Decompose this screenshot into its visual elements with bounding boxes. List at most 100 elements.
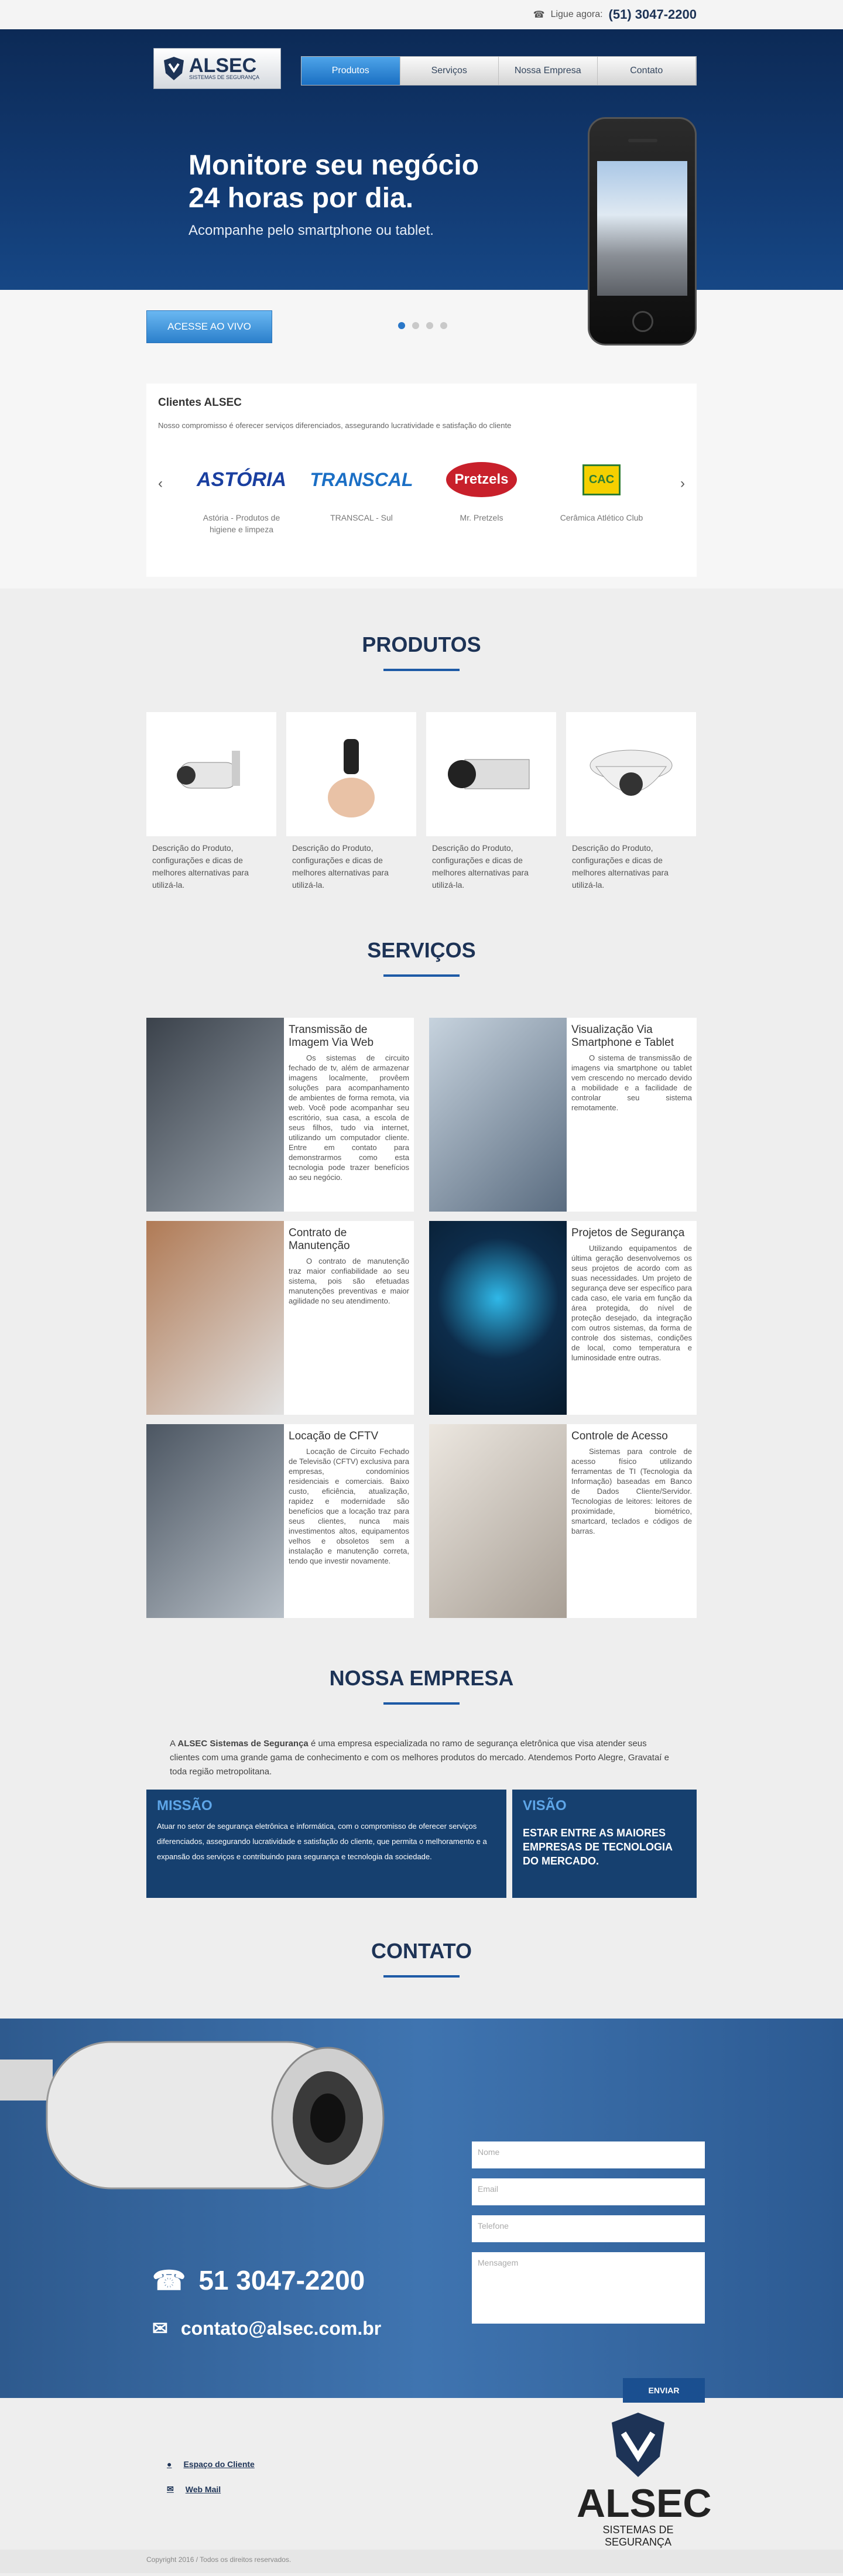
missao-title: MISSÃO [157, 1798, 213, 1814]
clients-title: Clientes ALSEC [158, 396, 242, 409]
missao-text: Atuar no setor de segurança eletrônica e… [157, 1822, 487, 1861]
nav-contato[interactable]: Contato [598, 57, 696, 85]
client-logo: Pretzels [429, 459, 534, 500]
nav-produtos[interactable]: Produtos [301, 57, 400, 85]
service-title: Transmissão de Imagem Via Web [289, 1024, 374, 1049]
copyright-bar: Copyright 2016 / Todos os direitos reser… [0, 2550, 843, 2573]
envelope-icon: ✉ [152, 2318, 168, 2339]
service-card[interactable]: Visualização Via Smartphone e Tablet O si… [429, 1018, 697, 1212]
visao-title: VISÃO [523, 1798, 567, 1814]
logo-name: ALSEC [189, 54, 257, 77]
service-card[interactable]: Locação de CFTV Locação de Circuito Fecha… [146, 1424, 414, 1618]
carousel-next-icon[interactable]: › [680, 475, 685, 492]
top-bar: ☎ Ligue agora: (51) 3047-2200 [0, 0, 843, 29]
service-title: Visualização Via Smartphone e Tablet [571, 1024, 674, 1049]
contato-section: ☎ 51 3047-2200 ✉ contato@alsec.com.br Nome… [0, 2019, 843, 2403]
client-logo: TRANSCAL [310, 468, 413, 490]
servicos-title: SERVIÇOS [367, 938, 476, 962]
name-field[interactable]: Nome [472, 2141, 705, 2168]
hero-lower: ACESSE AO VIVO Clientes ALSEC Nosso comp… [0, 290, 843, 589]
footer: ● Espaço do Cliente ✉ Web Mail ALSEC SISTE… [0, 2398, 843, 2550]
produtos-title: PRODUTOS [362, 632, 481, 656]
nav-nossa-empresa[interactable]: Nossa Empresa [499, 57, 598, 85]
phone-icon: ☎ [152, 2265, 186, 2296]
security-camera-image [0, 2041, 385, 2190]
contato-title: CONTATO [371, 1939, 472, 1963]
empresa-title: NOSSA EMPRESA [329, 1666, 514, 1690]
product-card[interactable]: Descrição do Produto, configurações e di… [146, 712, 276, 891]
visao-box: VISÃO ESTAR ENTRE AS MAIORES EMPRESAS DE… [512, 1790, 697, 1898]
live-access-button[interactable]: ACESSE AO VIVO [146, 310, 272, 343]
client-item[interactable]: CAC Cerâmica Atlético Club [549, 459, 654, 524]
hero-subtitle: Acompanhe pelo smartphone ou tablet. [189, 223, 434, 238]
email-field[interactable]: Email [472, 2178, 705, 2205]
servicos-section: SERVIÇOS Transmissão de Imagem Via Web Os… [0, 891, 843, 1618]
slide-dot[interactable] [412, 322, 419, 329]
slide-dot[interactable] [398, 322, 405, 329]
product-description: Descrição do Produto, configurações e di… [572, 843, 669, 890]
service-title: Contrato de Manutenção [289, 1227, 350, 1252]
shield-icon [164, 57, 184, 80]
slide-dot[interactable] [440, 322, 447, 329]
service-image [429, 1018, 567, 1212]
service-text: O sistema de transmissão de imagens via … [571, 1053, 692, 1112]
service-card[interactable]: Transmissão de Imagem Via Web Os sistemas… [146, 1018, 414, 1212]
hero-banner: ALSEC SISTEMAS DE SEGURANÇA Produtos Ser… [0, 29, 843, 345]
phone-screen [597, 161, 687, 296]
client-item[interactable]: TRANSCAL TRANSCAL - Sul [309, 459, 414, 524]
title-underline [383, 1702, 460, 1705]
client-caption: Cerâmica Atlético Club [560, 513, 643, 522]
service-image [429, 1424, 567, 1618]
clients-carousel: ‹ ASTÓRIA Astória - Produtos de higiene … [158, 459, 685, 535]
product-card[interactable]: Descrição do Produto, configurações e di… [426, 712, 556, 891]
nav-servicos[interactable]: Serviços [400, 57, 499, 85]
client-item[interactable]: Pretzels Mr. Pretzels [429, 459, 534, 524]
service-title: Locação de CFTV [289, 1430, 379, 1442]
service-text: Os sistemas de circuito fechado de tv, a… [289, 1053, 409, 1182]
message-field[interactable]: Mensagem [472, 2252, 705, 2324]
service-card[interactable]: Contrato de Manutenção O contrato de manu… [146, 1221, 414, 1415]
top-phone-number[interactable]: (51) 3047-2200 [609, 7, 697, 22]
clients-description: Nosso compromisso é oferecer serviços di… [158, 421, 512, 430]
product-card[interactable]: Descrição do Produto, configurações e di… [286, 712, 416, 891]
client-item[interactable]: ASTÓRIA Astória - Produtos de higiene e … [189, 459, 294, 535]
main-nav: Produtos Serviços Nossa Empresa Contato [301, 56, 697, 85]
footer-logo-name: ALSEC [577, 2481, 712, 2526]
slider-dots [398, 322, 447, 329]
envelope-icon: ✉ [167, 2484, 174, 2493]
phone-field[interactable]: Telefone [472, 2215, 705, 2242]
mini-camera-icon [286, 712, 416, 836]
client-logo: CAC [549, 459, 654, 500]
product-card[interactable]: Descrição do Produto, configurações e di… [566, 712, 696, 891]
product-description: Descrição do Produto, configurações e di… [432, 843, 529, 890]
contact-email[interactable]: ✉ contato@alsec.com.br [152, 2317, 381, 2339]
contato-heading: CONTATO [0, 1898, 843, 1978]
footer-logo-tagline: SISTEMAS DE SEGURANÇA [602, 2524, 674, 2548]
service-text: Sistemas para controle de acesso físico … [571, 1447, 692, 1535]
missao-box: MISSÃO Atuar no setor de segurança eletr… [146, 1790, 506, 1898]
copyright-text: Copyright 2016 / Todos os direitos reser… [146, 2556, 292, 2564]
service-text: Locação de Circuito Fechado de Televisão… [289, 1447, 409, 1565]
service-card[interactable]: Projetos de Segurança Utilizando equipame… [429, 1221, 697, 1415]
shield-icon [612, 2413, 664, 2477]
contact-phone[interactable]: ☎ 51 3047-2200 [152, 2264, 365, 2296]
service-text: O contrato de manutenção traz maior conf… [289, 1257, 409, 1305]
empresa-intro: A ALSEC Sistemas de Segurança é uma empr… [170, 1739, 669, 1777]
title-underline [383, 669, 460, 671]
service-title: Controle de Acesso [571, 1430, 668, 1442]
service-card[interactable]: Controle de Acesso Sistemas para controle… [429, 1424, 697, 1618]
footer-link-client-area[interactable]: ● Espaço do Cliente [167, 2459, 255, 2469]
logo[interactable]: ALSEC SISTEMAS DE SEGURANÇA [153, 48, 281, 89]
client-logo: ASTÓRIA [197, 468, 286, 491]
call-label: Ligue agora: [550, 9, 603, 19]
hero-headline: Monitore seu negócio 24 horas por dia. [189, 150, 479, 214]
client-caption: Astória - Produtos de higiene e limpeza [203, 513, 280, 534]
visao-text: ESTAR ENTRE AS MAIORES EMPRESAS DE TECNO… [523, 1827, 673, 1867]
footer-link-webmail[interactable]: ✉ Web Mail [167, 2484, 255, 2494]
carousel-prev-icon[interactable]: ‹ [158, 475, 163, 492]
service-image [146, 1221, 284, 1415]
footer-logo: ALSEC SISTEMAS DE SEGURANÇA [577, 2410, 712, 2548]
slide-dot[interactable] [426, 322, 433, 329]
service-text: Utilizando equipamentos de última geraçã… [571, 1244, 692, 1362]
client-caption: Mr. Pretzels [460, 513, 503, 522]
